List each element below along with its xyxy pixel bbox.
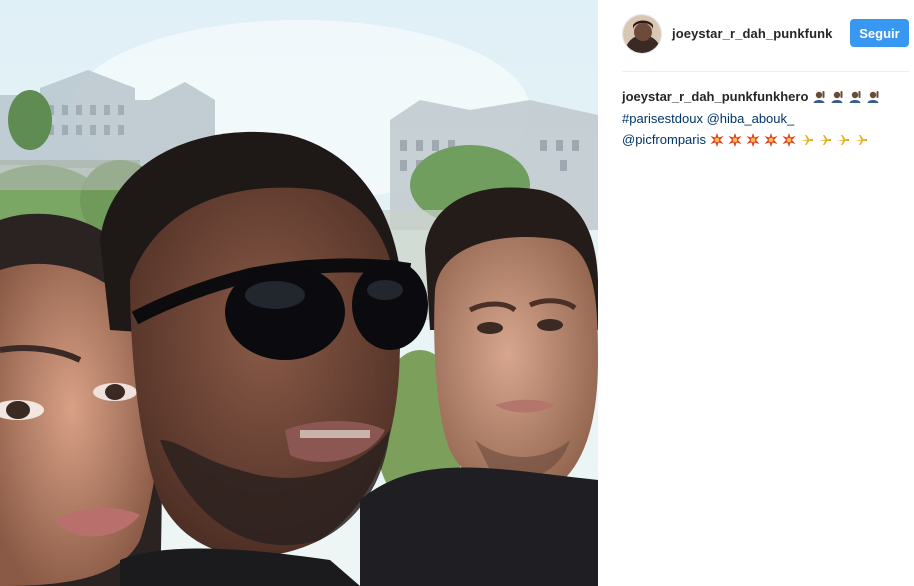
hashtag-link[interactable]: #parisestdoux: [622, 111, 703, 126]
person-raising-hand-icon: [849, 91, 861, 104]
caption-line-2: #parisestdoux @hiba_abouk_: [622, 108, 908, 129]
collision-icon: [764, 133, 778, 148]
instagram-post: joeystar_r_dah_punkfunk Seguir joeystar_…: [0, 0, 914, 586]
collision-icon: [728, 133, 742, 148]
header-divider: [622, 71, 909, 72]
person-raising-hand-icon: [867, 91, 879, 104]
follow-button[interactable]: Seguir: [850, 19, 909, 47]
selfie-photo: [0, 0, 598, 586]
caption-author-link[interactable]: joeystar_r_dah_punkfunkhero: [622, 89, 808, 104]
caption-emoji-group-2: [710, 130, 872, 151]
post-sidebar: joeystar_r_dah_punkfunk Seguir joeystar_…: [598, 0, 914, 586]
username-link[interactable]: joeystar_r_dah_punkfunk: [672, 26, 833, 41]
caption-emoji-group-1: [812, 87, 884, 108]
collision-icon: [710, 133, 724, 148]
airplane-icon: [854, 135, 867, 146]
airplane-icon: [818, 135, 831, 146]
collision-icon: [782, 133, 796, 148]
avatar-image: [623, 15, 661, 53]
post-header: joeystar_r_dah_punkfunk Seguir: [598, 0, 914, 72]
airplane-icon: [800, 135, 813, 146]
person-raising-hand-icon: [813, 91, 825, 104]
airplane-icon: [836, 135, 849, 146]
avatar[interactable]: [622, 14, 662, 54]
post-photo[interactable]: [0, 0, 598, 586]
post-caption: joeystar_r_dah_punkfunkhero #parisestdou…: [622, 86, 908, 151]
mention-link-2[interactable]: @picfromparis: [622, 132, 706, 147]
person-raising-hand-icon: [831, 91, 843, 104]
caption-line-3: @picfromparis: [622, 129, 908, 151]
mention-link-1[interactable]: @hiba_abouk_: [707, 111, 795, 126]
collision-icon: [746, 133, 760, 148]
caption-line-1: joeystar_r_dah_punkfunkhero: [622, 86, 908, 108]
